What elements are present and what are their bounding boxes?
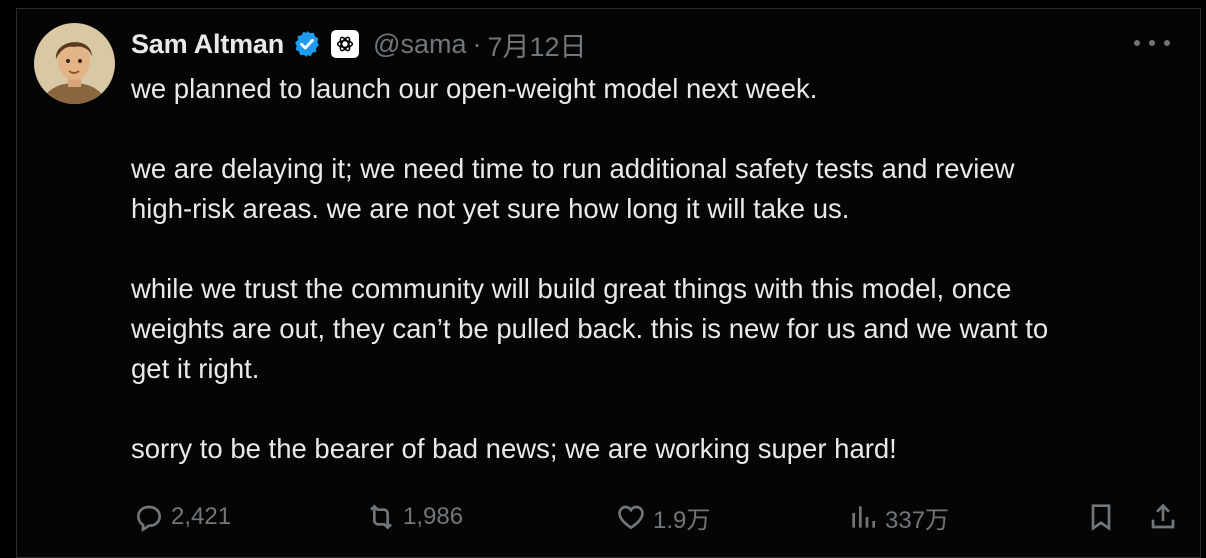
bookmark-button[interactable] — [1085, 497, 1117, 537]
tweet-header: Sam Altman @sama · 7月12日 — [131, 25, 587, 63]
reply-icon — [136, 505, 162, 533]
avatar[interactable] — [34, 23, 115, 104]
repost-count: 1,986 — [403, 503, 464, 530]
more-options-icon[interactable] — [1134, 33, 1170, 53]
views-button[interactable]: 337万 — [847, 497, 949, 537]
views-icon — [852, 506, 875, 528]
share-button[interactable] — [1147, 497, 1179, 537]
tweet-text: we planned to launch our open-weight mod… — [131, 69, 1181, 469]
repost-icon — [370, 504, 392, 530]
like-count: 1.9万 — [653, 506, 711, 534]
views-count: 337万 — [885, 506, 950, 534]
bookmark-icon — [1091, 504, 1111, 531]
reply-button[interactable]: 2,421 — [133, 497, 231, 537]
paragraph-3-line-3: get it right. — [131, 353, 260, 384]
repost-button[interactable]: 1,986 — [365, 497, 463, 537]
avatar-illustration — [34, 23, 115, 104]
openai-logo-icon[interactable] — [331, 30, 360, 58]
like-button[interactable]: 1.9万 — [615, 497, 710, 537]
action-bar: 2,421 1,986 1.9万 337万 — [131, 497, 1181, 537]
tweet-date[interactable]: 7月12日 — [487, 25, 586, 64]
heart-icon — [618, 505, 644, 530]
share-icon — [1151, 503, 1175, 529]
paragraph-2-line-2: high-risk areas. we are not yet sure how… — [131, 193, 850, 224]
author-name[interactable]: Sam Altman — [131, 29, 284, 60]
paragraph-1-line-1: we planned to launch our open-weight mod… — [131, 73, 818, 104]
paragraph-3-line-1: while we trust the community will build … — [131, 273, 1012, 304]
verified-badge-icon[interactable] — [292, 29, 322, 59]
paragraph-2-line-1: we are delaying it; we need time to run … — [131, 153, 1015, 184]
author-handle[interactable]: @sama — [373, 29, 466, 60]
paragraph-4-line-1: sorry to be the bearer of bad news; we a… — [131, 433, 897, 464]
tweet-card[interactable]: Sam Altman @sama · 7月12日 we planned to l… — [16, 8, 1201, 558]
paragraph-3-line-2: weights are out, they can’t be pulled ba… — [131, 313, 1049, 344]
reply-count: 2,421 — [171, 503, 232, 530]
header-separator: · — [472, 28, 482, 59]
